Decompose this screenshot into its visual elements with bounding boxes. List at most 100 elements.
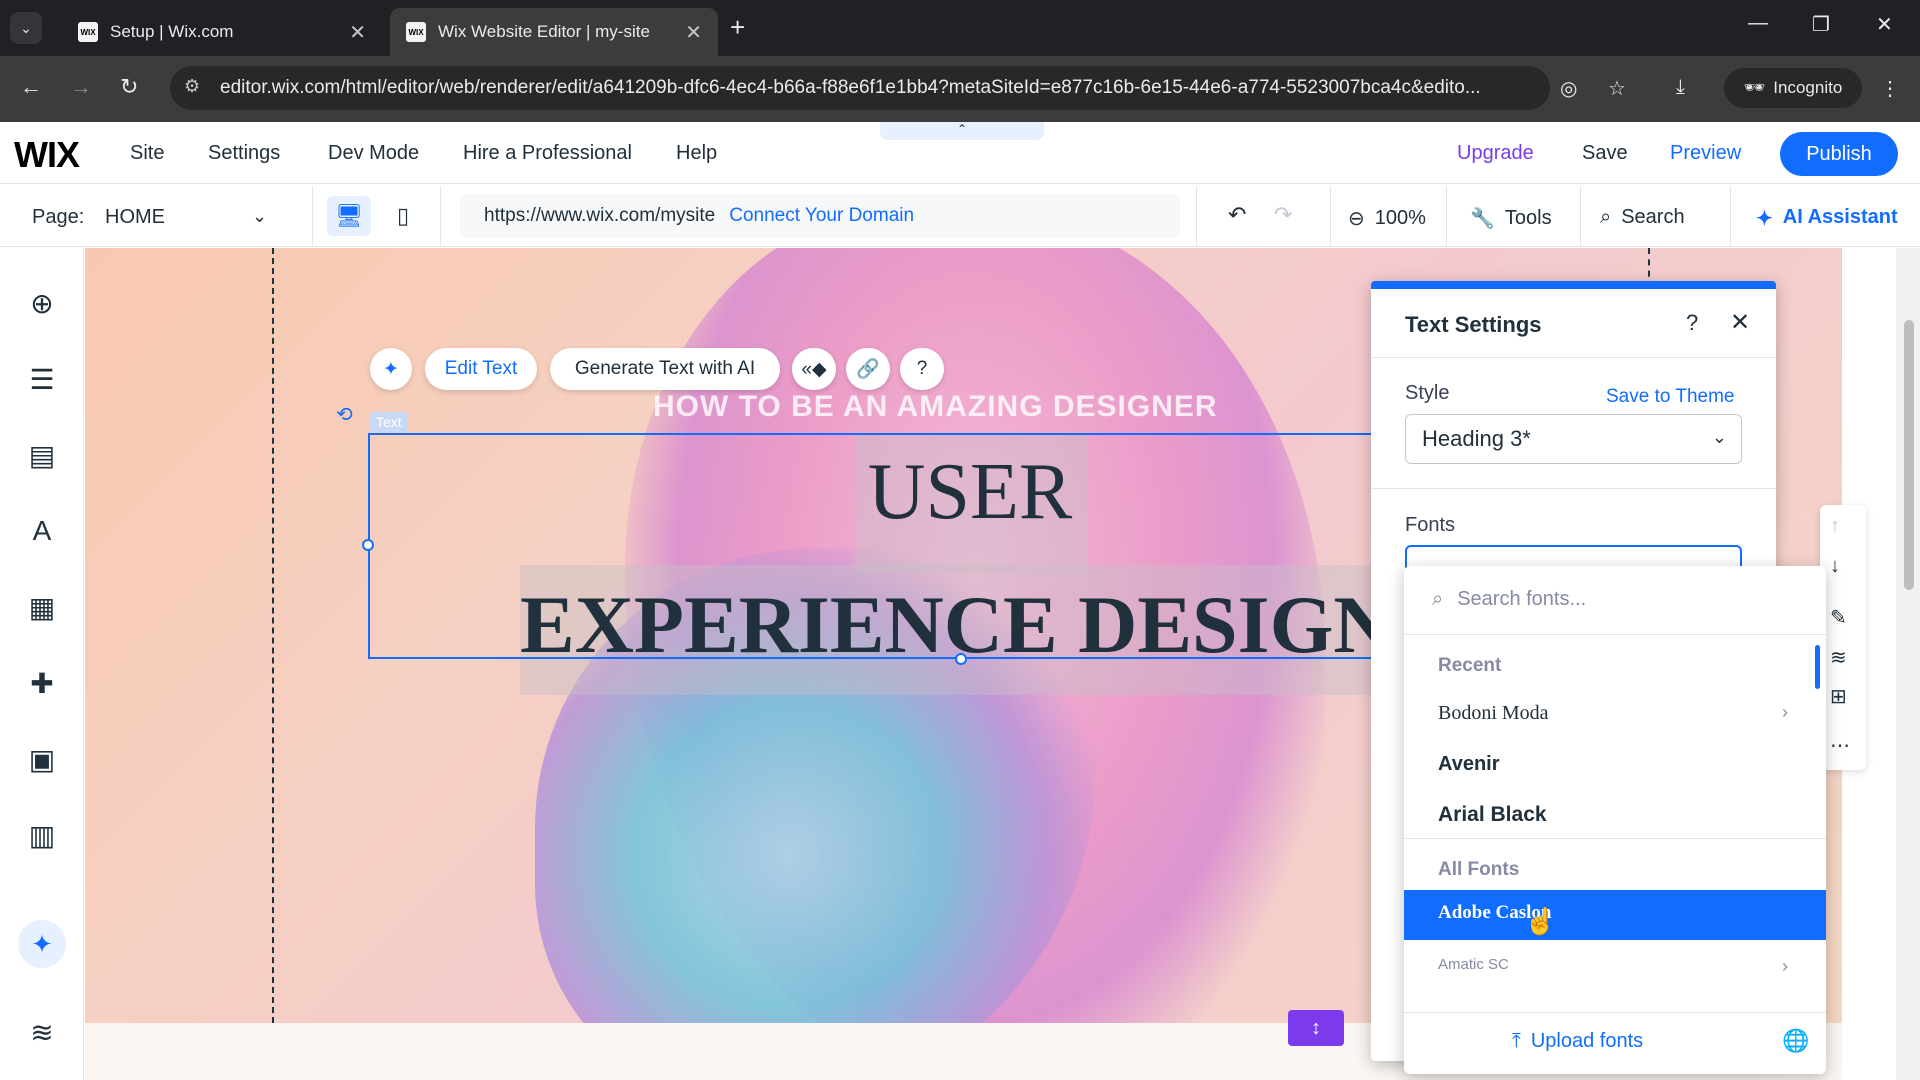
- font-option-bodoni-moda[interactable]: Bodoni Moda: [1438, 702, 1549, 725]
- divider: [1446, 186, 1447, 246]
- mobile-view-button[interactable]: ▯: [385, 196, 421, 236]
- preview-button[interactable]: Preview: [1670, 142, 1741, 165]
- style-dropdown[interactable]: Heading 3* ⌄: [1405, 414, 1742, 464]
- new-tab-icon[interactable]: +: [730, 12, 745, 43]
- chevron-right-icon[interactable]: ›: [1782, 956, 1788, 977]
- menu-settings[interactable]: Settings: [208, 142, 280, 165]
- browser-tab-editor[interactable]: WIX Wix Website Editor | my-site ✕: [390, 8, 718, 56]
- sections-icon[interactable]: ☰: [22, 359, 62, 399]
- site-url-box: https://www.wix.com/mysite Connect Your …: [460, 194, 1180, 238]
- zoom-out-icon: ⊖: [1348, 208, 1365, 230]
- divider: [1330, 186, 1331, 246]
- zoom-control[interactable]: ⊖ 100%: [1348, 206, 1426, 231]
- chevron-right-icon[interactable]: ›: [1782, 702, 1788, 723]
- restore-icon[interactable]: ❐: [1812, 12, 1830, 37]
- pages-icon[interactable]: ▤: [22, 435, 62, 475]
- close-tab-icon[interactable]: ✕: [685, 20, 702, 45]
- menu-dev-mode[interactable]: Dev Mode: [328, 142, 419, 165]
- style-value: Heading 3*: [1422, 426, 1531, 451]
- menu-hire-professional[interactable]: Hire a Professional: [463, 142, 632, 165]
- divider: [1404, 1012, 1826, 1013]
- wix-favicon-icon: WIX: [78, 22, 98, 42]
- upload-fonts-button[interactable]: ⤒ Upload fonts: [1512, 1030, 1643, 1053]
- save-button[interactable]: Save: [1582, 142, 1628, 165]
- recent-fonts-header: Recent: [1438, 655, 1502, 676]
- connect-domain-link[interactable]: Connect Your Domain: [729, 205, 914, 227]
- resize-handle[interactable]: [362, 539, 374, 551]
- help-icon[interactable]: ?: [900, 348, 944, 390]
- reload-icon[interactable]: ↻: [120, 74, 138, 100]
- scrollbar-thumb[interactable]: [1904, 320, 1914, 590]
- font-option-arial-black[interactable]: Arial Black: [1438, 803, 1547, 827]
- incognito-badge[interactable]: 🕶 Incognito: [1724, 68, 1862, 108]
- help-icon[interactable]: ?: [1686, 310, 1698, 336]
- tab-search-button[interactable]: ⌄: [10, 12, 42, 44]
- tab-title: Setup | Wix.com: [110, 22, 234, 41]
- wix-logo[interactable]: WIX: [14, 134, 80, 176]
- divider: [440, 186, 441, 246]
- link-icon[interactable]: 🔗: [846, 348, 890, 390]
- star-icon[interactable]: ☆: [1608, 76, 1626, 101]
- close-window-icon[interactable]: ✕: [1876, 12, 1893, 37]
- apps-icon[interactable]: ▦: [22, 587, 62, 627]
- page-selector[interactable]: HOME: [105, 206, 165, 229]
- divider: [1196, 186, 1197, 246]
- chevron-down-icon[interactable]: ⌄: [252, 206, 267, 227]
- minimize-icon[interactable]: —: [1748, 12, 1768, 35]
- more-icon[interactable]: ⋯: [1830, 733, 1850, 758]
- mobile-icon: ▯: [396, 203, 410, 228]
- font-search-input[interactable]: ⌕ Search fonts...: [1432, 588, 1586, 611]
- element-quick-toolbar: [1820, 505, 1866, 770]
- generate-text-ai-button[interactable]: Generate Text with AI: [550, 348, 780, 390]
- desktop-view-button[interactable]: 🖥: [327, 196, 371, 236]
- redo-icon[interactable]: ↷: [1274, 202, 1292, 228]
- forward-icon[interactable]: →: [70, 74, 92, 100]
- menu-site[interactable]: Site: [130, 142, 164, 165]
- layers-icon[interactable]: ≋: [1830, 645, 1847, 670]
- theme-icon[interactable]: A: [22, 511, 62, 551]
- download-icon[interactable]: ⤓: [1676, 76, 1685, 99]
- arrow-down-icon[interactable]: ↓: [1830, 555, 1840, 578]
- add-elements-icon[interactable]: ⊕: [22, 283, 62, 323]
- style-label: Style: [1405, 382, 1450, 404]
- cms-icon[interactable]: ▥: [22, 815, 62, 855]
- layout-icon[interactable]: ⊞: [1830, 684, 1847, 709]
- url-bar[interactable]: ⚙ editor.wix.com/html/editor/web/rendere…: [170, 66, 1550, 110]
- browser-menu-icon[interactable]: ⋮: [1880, 76, 1900, 101]
- ai-sparkle-button[interactable]: ✦: [18, 920, 66, 968]
- publish-button[interactable]: Publish: [1780, 132, 1898, 176]
- eye-off-icon[interactable]: ◎: [1560, 76, 1577, 101]
- subtitle-text[interactable]: HOW TO BE AN AMAZING DESIGNER: [653, 390, 1218, 424]
- pencil-icon[interactable]: ✎: [1830, 605, 1847, 630]
- media-icon[interactable]: ▣: [22, 739, 62, 779]
- collapse-toolbar-handle[interactable]: ⌃: [880, 122, 1044, 140]
- rotate-icon[interactable]: ⟲: [336, 402, 353, 427]
- search-button[interactable]: ⌕ Search: [1600, 206, 1685, 229]
- edit-text-button[interactable]: Edit Text: [425, 348, 537, 390]
- menu-help[interactable]: Help: [676, 142, 717, 165]
- font-option-avenir[interactable]: Avenir: [1438, 753, 1500, 776]
- undo-icon[interactable]: ↶: [1228, 202, 1246, 228]
- arrow-up-icon[interactable]: ↑: [1830, 515, 1840, 538]
- ai-sparkle-button[interactable]: ✦: [370, 348, 412, 390]
- globe-icon[interactable]: 🌐: [1782, 1028, 1809, 1054]
- close-tab-icon[interactable]: ✕: [349, 20, 366, 45]
- ai-assistant-button[interactable]: ✦ AI Assistant: [1756, 206, 1898, 231]
- back-icon[interactable]: ←: [20, 74, 42, 100]
- resize-handle[interactable]: [955, 653, 967, 665]
- browser-tab-setup[interactable]: WIX Setup | Wix.com ✕: [62, 8, 382, 56]
- save-to-theme-link[interactable]: Save to Theme: [1606, 386, 1735, 408]
- layers-icon[interactable]: ≋: [22, 1012, 62, 1052]
- selection-box[interactable]: [368, 433, 1373, 659]
- tools-button[interactable]: 🔧 Tools: [1470, 206, 1552, 231]
- font-option-amatic-sc[interactable]: Amatic SC: [1438, 956, 1509, 973]
- section-resize-handle[interactable]: ↕: [1288, 1010, 1344, 1046]
- dropdown-scrollbar[interactable]: [1815, 645, 1820, 689]
- fonts-label: Fonts: [1405, 514, 1456, 536]
- animation-icon[interactable]: «◆: [792, 348, 836, 390]
- site-info-icon[interactable]: ⚙: [184, 76, 200, 97]
- divider: [312, 186, 313, 246]
- close-icon[interactable]: ✕: [1730, 308, 1750, 337]
- upgrade-button[interactable]: Upgrade: [1457, 142, 1534, 165]
- business-tools-icon[interactable]: ✚: [22, 663, 62, 703]
